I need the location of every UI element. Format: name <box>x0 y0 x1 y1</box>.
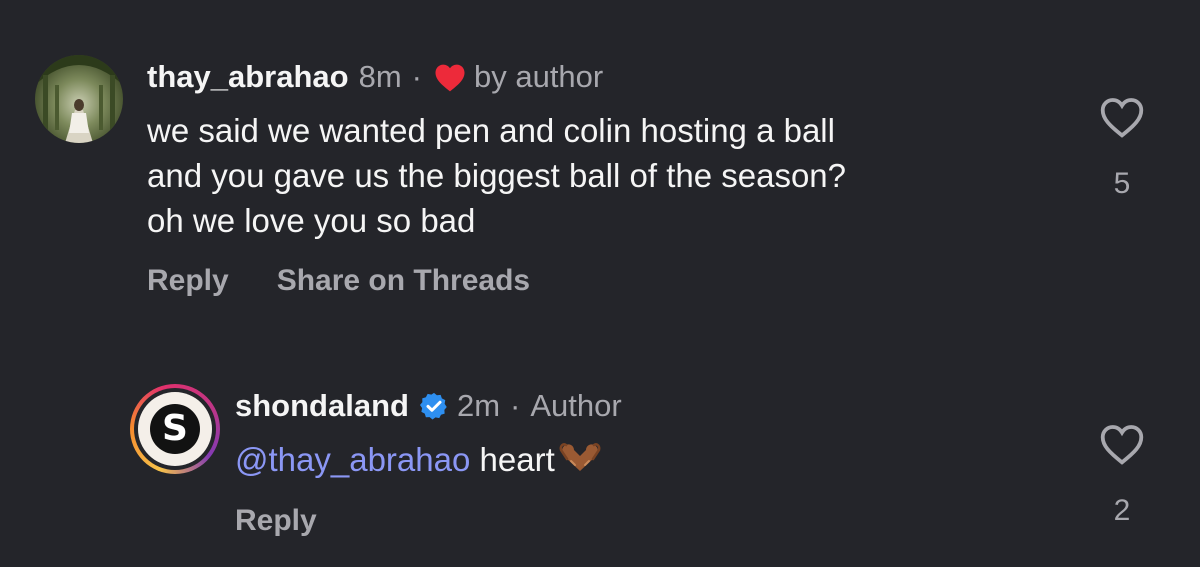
comment-time: 8m <box>358 59 402 94</box>
comment-header: shondaland 2m · Author <box>235 385 622 427</box>
avatar-story-ring: S <box>134 388 216 470</box>
comment-actions: Reply Share on Threads <box>147 264 530 298</box>
avatar-shondaland[interactable]: S <box>130 384 220 474</box>
separator: · <box>411 59 422 94</box>
comment-line: oh we love you so bad <box>147 202 476 239</box>
like-control: 2 <box>1094 423 1150 528</box>
comment-text: @thay_abrahao heart <box>235 437 603 482</box>
username[interactable]: thay_abrahao <box>147 59 349 95</box>
heart-filled-icon <box>434 63 466 92</box>
like-control: 5 <box>1094 96 1150 201</box>
comment-time: 2m <box>456 388 501 423</box>
comments-thread: thay_abrahao 8m · by author we said we w… <box>0 0 1200 567</box>
comment-word: heart <box>479 441 555 478</box>
heart-hands-emoji <box>557 441 603 475</box>
comment-header: thay_abrahao 8m · by author <box>147 56 603 98</box>
comment-text: we said we wanted pen and colin hosting … <box>147 108 846 243</box>
separator: · <box>510 388 521 423</box>
username[interactable]: shondaland <box>235 388 409 424</box>
like-count: 2 <box>1113 494 1131 527</box>
avatar-logo: S <box>138 392 212 466</box>
avatar-thay-abrahao[interactable] <box>35 55 123 143</box>
reply-button[interactable]: Reply <box>147 264 229 298</box>
comment-line: we said we wanted pen and colin hosting … <box>147 112 835 149</box>
like-count: 5 <box>1113 167 1131 200</box>
mention-link[interactable]: @thay_abrahao <box>235 441 470 478</box>
heart-outline-icon[interactable] <box>1099 96 1145 143</box>
heart-outline-icon[interactable] <box>1099 423 1145 470</box>
comment-line: and you gave us the biggest ball of the … <box>147 157 847 194</box>
liked-by-author-label: by author <box>473 59 604 94</box>
avatar-letter: S <box>150 404 200 454</box>
reply-button[interactable]: Reply <box>235 504 317 538</box>
share-on-threads-button[interactable]: Share on Threads <box>277 264 530 298</box>
verified-badge-icon <box>419 391 449 421</box>
comment-actions: Reply <box>235 504 317 538</box>
author-badge: Author <box>530 388 622 423</box>
